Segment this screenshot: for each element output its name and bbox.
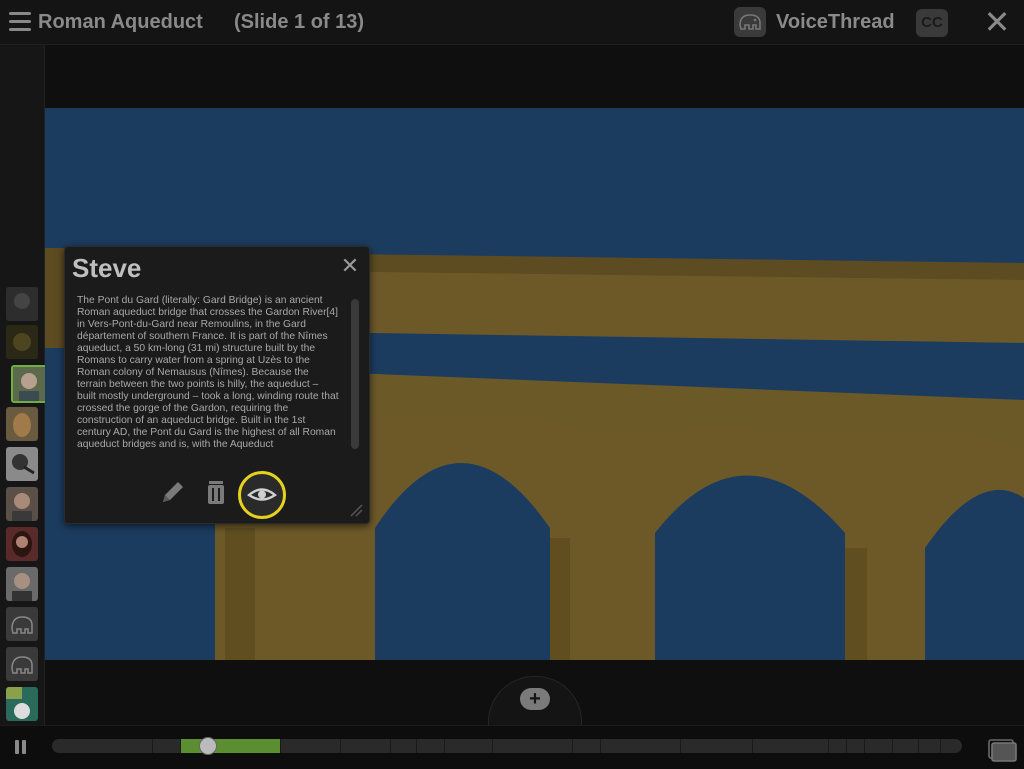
timeline-segment-divider [864, 739, 865, 753]
timeline-segment-divider [390, 739, 391, 753]
playback-bar [0, 725, 1024, 769]
timeline-segment-divider [892, 739, 893, 753]
comment-actions [65, 471, 369, 519]
brand-name: VoiceThread [776, 11, 895, 33]
closed-captions-button[interactable]: CC [916, 9, 948, 37]
commenter-avatar[interactable] [6, 647, 38, 681]
timeline-segment-divider [918, 739, 919, 753]
pause-icon[interactable] [14, 740, 30, 756]
commenter-avatar[interactable] [6, 687, 38, 721]
timeline-segment-divider [340, 739, 341, 753]
timeline-segment-divider [492, 739, 493, 753]
page-title: Roman Aqueduct [38, 11, 203, 33]
timeline-segment-divider [752, 739, 753, 753]
timeline-segment-divider [416, 739, 417, 753]
timeline-segment-divider [280, 739, 281, 753]
eye-icon[interactable] [238, 471, 286, 519]
timeline-segment-divider [572, 739, 573, 753]
comment-scrollbar[interactable] [351, 299, 359, 449]
close-icon[interactable]: ✕ [982, 6, 1012, 38]
timeline-segment-divider [940, 739, 941, 753]
timeline[interactable] [52, 737, 962, 755]
commenter-avatar[interactable] [6, 407, 38, 441]
timeline-segment-divider [846, 739, 847, 753]
timeline-scrubber[interactable] [198, 737, 217, 755]
trash-icon[interactable] [199, 475, 233, 509]
voicethread-logo-icon [734, 7, 766, 37]
top-bar: Roman Aqueduct (Slide 1 of 13) VoiceThre… [0, 0, 1024, 45]
timeline-segment-divider [444, 739, 445, 753]
commenter-avatar[interactable] [6, 567, 38, 601]
slides-icon[interactable] [986, 734, 1018, 762]
commenter-avatar[interactable] [6, 325, 38, 359]
timeline-segment-divider [152, 739, 153, 753]
commenter-avatar[interactable] [6, 287, 38, 321]
commenter-avatar[interactable] [6, 487, 38, 521]
commenter-avatar-active[interactable] [11, 365, 47, 403]
comment-text: The Pont du Gard (literally: Gard Bridge… [77, 295, 339, 450]
close-comment-icon[interactable]: ✕ [339, 255, 361, 277]
resize-icon[interactable] [347, 501, 363, 517]
pencil-icon[interactable] [155, 475, 189, 509]
menu-icon[interactable] [9, 12, 31, 32]
add-comment-icon: + [520, 688, 550, 710]
commenter-avatar[interactable] [6, 527, 38, 561]
timeline-segment-divider [828, 739, 829, 753]
timeline-current-segment [180, 739, 280, 753]
commenter-avatar[interactable] [6, 447, 38, 481]
slide-indicator: (Slide 1 of 13) [234, 11, 365, 33]
commenter-avatar[interactable] [6, 607, 38, 641]
timeline-segment-divider [180, 739, 181, 753]
timeline-segment-divider [600, 739, 601, 753]
comment-card: Steve ✕ The Pont du Gard (literally: Gar… [64, 246, 370, 524]
comment-author: Steve [72, 253, 142, 283]
timeline-segment-divider [680, 739, 681, 753]
